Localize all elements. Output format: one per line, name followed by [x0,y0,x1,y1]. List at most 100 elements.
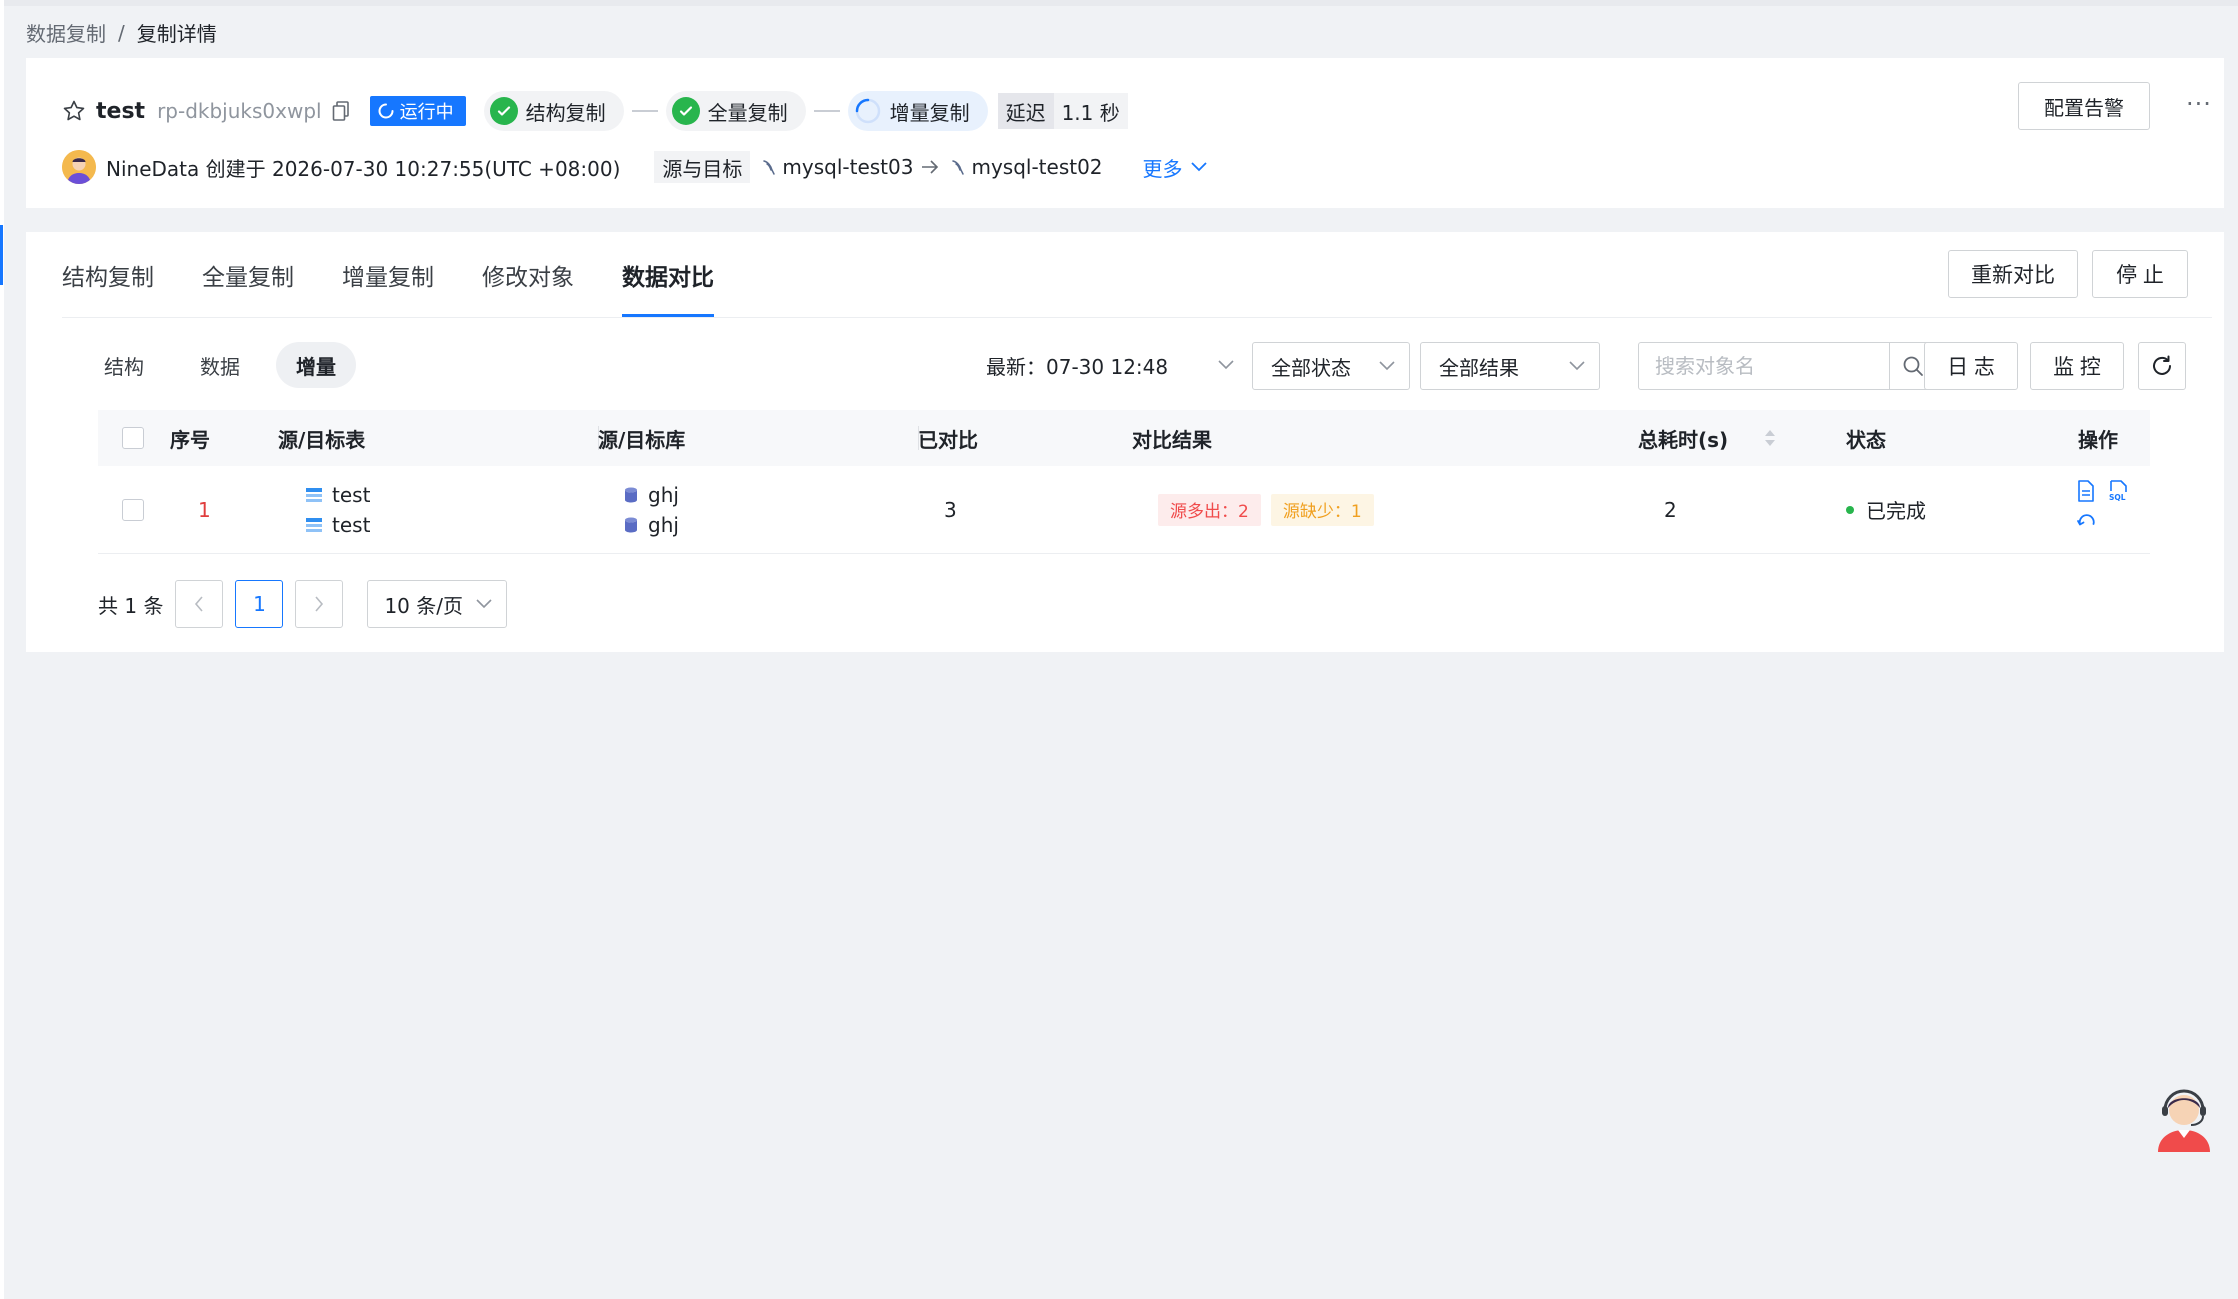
loading-icon [378,103,394,119]
latest-run-select[interactable]: 最新：07-30 12:48 [986,342,1234,388]
page-number-button[interactable]: 1 [235,580,284,628]
pagination: 共 1 条 1 10 条/页 [98,580,508,628]
step-full[interactable]: 全量复制 [665,91,806,131]
status-badge: 运行中 [369,96,466,126]
row-compared-count: 3 [944,497,957,522]
svg-text:SQL: SQL [2109,493,2126,502]
step-connector [813,110,840,112]
chevron-down-icon [1379,361,1395,371]
support-assistant-icon[interactable] [2152,1080,2216,1154]
subtab-structure[interactable]: 结构 [84,342,164,388]
header-index: 序号 [170,427,210,452]
header-duration[interactable]: 总耗时(s) [1638,424,1776,453]
top-strip [0,0,2238,6]
breadcrumb: 数据复制 / 复制详情 [26,18,217,47]
stop-button[interactable]: 停 止 [2092,250,2188,298]
delay-indicator: 延迟 1.1 秒 [997,93,1128,129]
source-database: ghj [648,482,679,507]
tab-divider [62,317,2212,318]
main-card: 结构复制 全量复制 增量复制 修改对象 数据对比 重新对比 停 止 结构 数据 … [26,232,2224,652]
refresh-icon[interactable] [2076,510,2098,532]
task-meta-row: NineData 创建于 2026-07-30 10:27:55(UTC +08… [62,144,1207,190]
next-page-button[interactable] [295,580,344,628]
task-title-row: test rp-dkbjuks0xwpl 运行中 结构复制 全量复制 增量复制 … [60,88,1128,134]
page-size-select[interactable]: 10 条/页 [367,580,508,628]
result-filter-select[interactable]: 全部结果 [1420,342,1600,390]
avatar [62,150,96,184]
arrow-right-icon [921,155,939,179]
document-icon[interactable] [2076,480,2096,502]
tab-modify-objects[interactable]: 修改对象 [482,232,574,318]
task-name: test [96,98,146,124]
extra-rows-tag[interactable]: 源多出：2 [1158,493,1261,526]
row-databases: ghj ghj [624,483,679,537]
row-duration: 2 [1664,497,1677,522]
tab-incremental-replication[interactable]: 增量复制 [342,232,434,318]
compare-type-tabs: 结构 数据 增量 [84,342,356,388]
table-icon [306,517,322,532]
chevron-down-icon [476,599,493,609]
refresh-icon [2153,355,2171,375]
mysql-icon [952,160,965,175]
chevron-down-icon [1569,361,1585,371]
select-all-checkbox[interactable] [122,427,144,449]
source-table[interactable]: test [332,483,370,507]
row-tables: test test [306,483,370,537]
creator-info: NineData 创建于 2026-07-30 10:27:55(UTC +08… [106,156,621,181]
tab-structure-replication[interactable]: 结构复制 [62,232,154,318]
status-dot [1846,505,1854,514]
source-datasource[interactable]: mysql-test03 [762,155,913,179]
step-incremental[interactable]: 增量复制 [847,91,988,131]
step-connector [631,110,658,112]
chevron-right-icon [315,596,324,612]
status-filter-select[interactable]: 全部状态 [1252,342,1410,390]
subtab-incremental[interactable]: 增量 [276,342,356,388]
target-database: ghj [648,512,679,537]
tab-full-replication[interactable]: 全量复制 [202,232,294,318]
prev-page-button[interactable] [175,580,224,628]
log-button[interactable]: 日 志 [1924,342,2018,390]
left-rail [0,0,4,1299]
row-checkbox[interactable] [122,498,144,521]
chevron-down-icon [1190,162,1207,172]
subtab-data[interactable]: 数据 [180,342,260,388]
row-result: 源多出：2 源缺少：1 [1158,493,1374,526]
copy-icon[interactable] [330,100,352,122]
tab-bar: 结构复制 全量复制 增量复制 修改对象 数据对比 [62,232,714,318]
target-datasource[interactable]: mysql-test02 [951,155,1103,179]
task-header-card: test rp-dkbjuks0xwpl 运行中 结构复制 全量复制 增量复制 … [26,58,2224,208]
more-details-link[interactable]: 更多 [1143,153,1207,182]
target-table[interactable]: test [332,513,370,537]
breadcrumb-separator: / [118,20,125,45]
recompare-button[interactable]: 重新对比 [1948,250,2078,298]
header-actions: 操作 [2078,427,2118,452]
database-icon [625,517,637,532]
check-circle-icon [489,97,518,125]
check-circle-icon [671,97,700,125]
step-structure[interactable]: 结构复制 [483,91,624,131]
object-search [1638,342,1936,390]
header-database: 源/目标库 [598,427,686,452]
header-result: 对比结果 [1132,427,1212,452]
configure-alert-button[interactable]: 配置告警 [2018,82,2150,130]
header-status: 状态 [1846,427,1886,452]
more-options-icon[interactable]: ··· [2186,90,2212,118]
monitor-button[interactable]: 监 控 [2030,342,2124,390]
database-icon [625,487,637,502]
loading-icon [854,97,882,125]
task-id: rp-dkbjuks0xwpl [157,99,322,123]
sql-icon[interactable]: SQL [2108,480,2130,502]
search-input[interactable] [1639,344,1889,388]
delay-value: 1.1 秒 [1061,100,1120,125]
source-target-label: 源与目标 [654,151,751,183]
row-status: 已完成 [1846,495,1926,524]
header-compared: 已对比 [918,427,978,452]
refresh-button[interactable] [2138,342,2186,390]
breadcrumb-parent[interactable]: 数据复制 [26,18,106,47]
left-rail-indicator [0,225,3,285]
chevron-down-icon [1218,360,1234,370]
star-icon[interactable] [60,97,88,125]
breadcrumb-current: 复制详情 [136,22,217,46]
missing-rows-tag[interactable]: 源缺少：1 [1270,493,1374,526]
tab-data-compare[interactable]: 数据对比 [622,232,714,318]
